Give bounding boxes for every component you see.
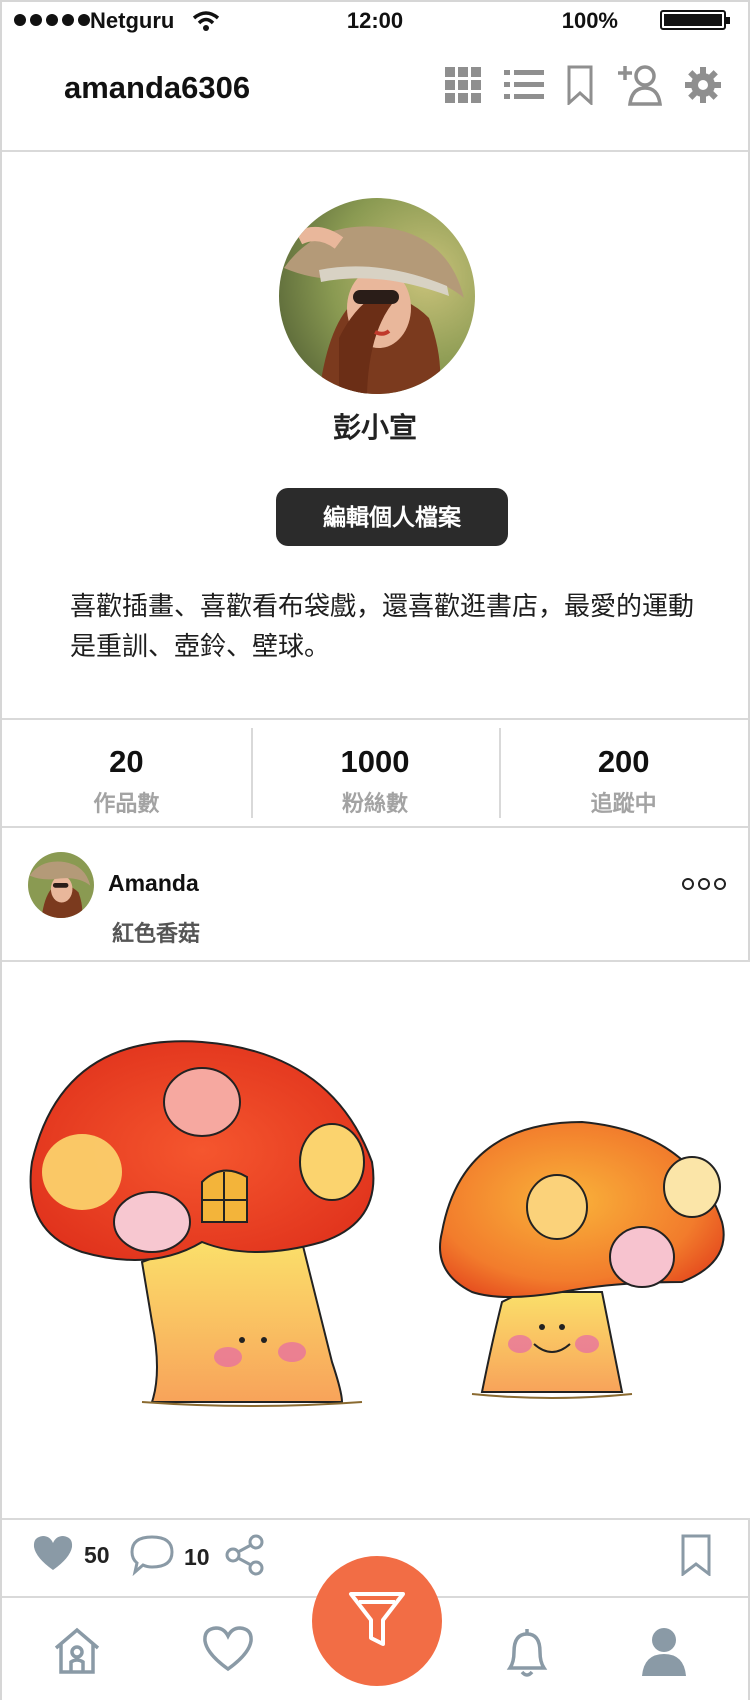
save-post-action[interactable] <box>680 1534 712 1581</box>
display-name: 彭小宣 <box>332 412 417 443</box>
profile-stats: 20 作品數 1000 粉絲數 200 追蹤中 <box>2 718 748 828</box>
share-icon[interactable] <box>224 1534 266 1581</box>
comment-icon[interactable] <box>130 1534 174 1581</box>
stat-value: 20 <box>109 744 144 779</box>
stat-following[interactable]: 200 追蹤中 <box>499 720 748 826</box>
like-action[interactable]: 50 <box>32 1534 110 1577</box>
share-action[interactable] <box>224 1534 266 1581</box>
bell-icon[interactable] <box>502 1626 552 1683</box>
like-count: 50 <box>84 1542 110 1568</box>
stat-value: 1000 <box>340 744 410 779</box>
more-options-icon[interactable] <box>682 878 726 890</box>
heart-filled-icon[interactable] <box>32 1534 74 1577</box>
stat-followers[interactable]: 1000 粉絲數 <box>250 720 500 826</box>
username: amanda6306 <box>64 70 251 105</box>
post-author-avatar[interactable] <box>28 852 94 918</box>
heart-icon[interactable] <box>202 1626 254 1677</box>
clock: 12:00 <box>346 8 404 33</box>
edit-profile-button[interactable]: 編輯個人檔案 <box>276 488 508 546</box>
post-image[interactable] <box>2 960 750 1520</box>
profile-icon[interactable] <box>640 1626 688 1681</box>
comment-action[interactable]: 10 <box>130 1534 210 1581</box>
gear-icon[interactable] <box>684 66 722 109</box>
stat-label: 作品數 <box>93 791 160 816</box>
post-header: Amanda 紅色香菇 <box>2 828 748 960</box>
post-author-name[interactable]: Amanda <box>108 870 199 897</box>
filter-button[interactable] <box>312 1556 442 1686</box>
stat-label: 追蹤中 <box>590 791 657 816</box>
stat-label: 粉絲數 <box>342 791 409 816</box>
profile-bio: 喜歡插畫、喜歡看布袋戲，還喜歡逛書店，最愛的運動是重訓、壺鈴、壁球。 <box>70 591 695 661</box>
filter-icon <box>347 1588 407 1655</box>
battery-percent: 100% <box>561 8 618 33</box>
bookmark-icon[interactable] <box>680 1534 712 1581</box>
profile-header: amanda6306 <box>2 42 748 152</box>
stat-works[interactable]: 20 作品數 <box>2 720 251 826</box>
list-icon[interactable] <box>504 68 544 107</box>
add-user-icon[interactable] <box>616 64 662 111</box>
bookmark-icon[interactable] <box>566 65 594 110</box>
profile-avatar[interactable] <box>279 198 475 394</box>
home-icon[interactable] <box>52 1626 102 1681</box>
mushroom-illustration <box>29 1040 725 1407</box>
stat-value: 200 <box>597 744 650 779</box>
app-screen: Netguru 12:00 100% amanda6306 彭小宣 編輯個人檔案… <box>0 0 750 1700</box>
battery-icon <box>660 10 730 30</box>
post-title: 紅色香菇 <box>112 921 201 946</box>
grid-icon[interactable] <box>444 66 482 109</box>
comment-count: 10 <box>184 1544 210 1570</box>
status-bar: Netguru 12:00 100% <box>2 2 748 42</box>
